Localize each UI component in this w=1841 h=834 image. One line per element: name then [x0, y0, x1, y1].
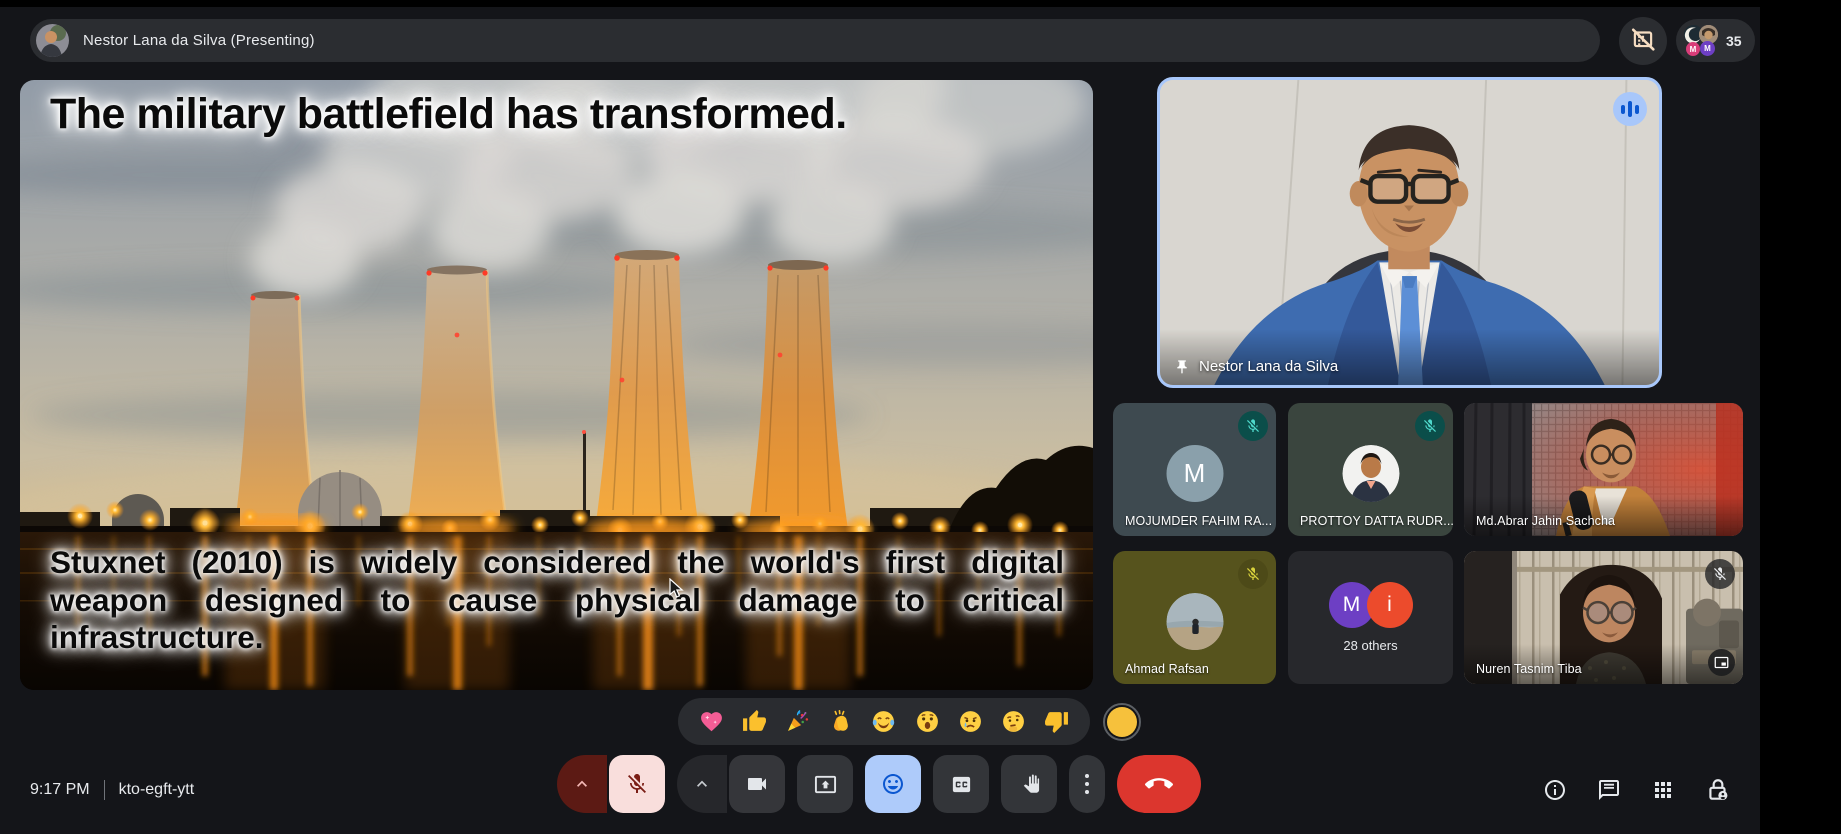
participant-tile-prottoy[interactable]: PROTTOY DATTA RUDR... [1288, 403, 1453, 536]
participant-mini-avatar: M [1686, 42, 1700, 56]
avatar [1166, 593, 1223, 650]
participant-name: Nuren Tasnim Tiba [1476, 662, 1582, 676]
raise-hand-button[interactable] [1001, 755, 1057, 813]
whiteboard-off-icon [1630, 26, 1656, 57]
meeting-details-button[interactable] [1543, 778, 1567, 802]
pinned-speaker-tile[interactable]: Nestor Lana da Silva [1157, 77, 1662, 388]
participant-name: Ahmad Rafsan [1125, 662, 1209, 676]
reactions-bar [678, 698, 1090, 745]
call-end-icon [1145, 770, 1173, 798]
meeting-panels [1543, 769, 1731, 811]
slide-title: The military battlefield has transformed… [50, 90, 847, 139]
picture-in-picture-button[interactable] [1708, 649, 1735, 676]
participant-tile-nuren[interactable]: Nuren Tasnim Tiba [1464, 551, 1743, 684]
lock-person-icon [1705, 777, 1731, 803]
participant-count: 35 [1726, 33, 1742, 49]
info-icon [1543, 778, 1567, 802]
picture-in-picture-icon [1714, 655, 1729, 670]
others-count-label: 28 others [1343, 638, 1397, 653]
smiley-icon [881, 772, 905, 796]
reaction-thumbs-up[interactable] [741, 708, 769, 736]
participant-name: MOJUMDER FAHIM RA... [1125, 514, 1272, 528]
camera-icon [745, 772, 769, 796]
captions-button[interactable] [933, 755, 989, 813]
end-call-button[interactable] [1117, 755, 1201, 813]
host-controls-button[interactable] [1705, 777, 1731, 803]
mic-muted-badge [1238, 411, 1268, 441]
camera-control [677, 755, 785, 813]
present-button[interactable] [797, 755, 853, 813]
reaction-sparkling-heart[interactable] [698, 708, 726, 736]
reaction-face-with-tears-of-joy[interactable] [870, 708, 898, 736]
clock: 9:17 PM [30, 781, 90, 799]
participant-name: Md.Abrar Jahin Sachcha [1476, 514, 1615, 528]
pin-icon [1174, 359, 1190, 375]
mic-options-button[interactable] [557, 755, 607, 813]
others-avatars: M i [1329, 582, 1413, 628]
participant-avatars-cluster: M M [1684, 24, 1719, 57]
mic-muted-badge [1415, 411, 1445, 441]
reaction-party-popper[interactable] [784, 708, 812, 736]
more-options-button[interactable] [1069, 755, 1105, 813]
chat-icon [1597, 778, 1621, 802]
mic-muted-badge [1238, 559, 1268, 589]
presenter-avatar [36, 24, 69, 57]
pinned-speaker-name: Nestor Lana da Silva [1199, 358, 1338, 375]
mouse-cursor [669, 578, 685, 605]
participant-tile-abrar[interactable]: Md.Abrar Jahin Sachcha [1464, 403, 1743, 536]
meeting-code: kto-egft-ytt [119, 781, 195, 799]
camera-toggle-button[interactable] [729, 755, 785, 813]
tile-name-shade [1160, 329, 1659, 385]
participant-mini-avatar: M [1700, 41, 1715, 56]
reaction-thumbs-down[interactable] [1042, 708, 1070, 736]
reactions-toggle-button[interactable] [865, 755, 921, 813]
chat-button[interactable] [1597, 778, 1621, 802]
avatar [1342, 445, 1399, 502]
mic-off-icon [625, 772, 649, 796]
slide-caption-line: weapondesignedtocausephysicaldamagetocri… [50, 582, 1064, 620]
skin-tone-selector[interactable] [1107, 707, 1137, 737]
presentation-tile[interactable]: The military battlefield has transformed… [20, 80, 1093, 690]
call-controls [557, 755, 1201, 813]
mic-muted-badge [1705, 559, 1735, 589]
chevron-up-icon [692, 774, 712, 794]
reaction-clapping-hands[interactable] [827, 708, 855, 736]
slide-caption: Stuxnet(2010)iswidelyconsideredtheworld'… [50, 544, 1064, 657]
mic-control [557, 755, 665, 813]
slide-caption-line: infrastructure. [50, 619, 1064, 657]
participant-tile-ahmad[interactable]: Ahmad Rafsan [1113, 551, 1276, 684]
apps-grid-icon [1651, 778, 1675, 802]
present-icon [814, 773, 837, 796]
reaction-crying-face[interactable] [956, 708, 984, 736]
reaction-surprised-face[interactable] [913, 708, 941, 736]
presenter-label: Nestor Lana da Silva (Presenting) [83, 32, 315, 49]
avatar: i [1367, 582, 1413, 628]
whiteboard-off-button[interactable] [1619, 17, 1667, 65]
participants-count-button[interactable]: M M 35 [1676, 19, 1755, 62]
chevron-up-icon [572, 774, 592, 794]
participant-tile-others[interactable]: M i 28 others [1288, 551, 1453, 684]
presenter-banner[interactable]: Nestor Lana da Silva (Presenting) [30, 19, 1600, 62]
reaction-thinking-face[interactable] [999, 708, 1027, 736]
audio-activity-indicator [1613, 92, 1647, 126]
captions-icon [950, 773, 973, 796]
avatar: M [1166, 445, 1223, 502]
participant-tile-mojumder[interactable]: M MOJUMDER FAHIM RA... [1113, 403, 1276, 536]
slide-caption-line: Stuxnet(2010)iswidelyconsideredtheworld'… [50, 544, 1064, 582]
hand-icon [1018, 773, 1041, 796]
activities-button[interactable] [1651, 778, 1675, 802]
participant-name: PROTTOY DATTA RUDR... [1300, 514, 1453, 528]
divider [104, 780, 105, 800]
camera-options-button[interactable] [677, 755, 727, 813]
status-bar: 9:17 PM kto-egft-ytt [30, 769, 194, 811]
meet-window: Nestor Lana da Silva (Presenting) M M 35 [0, 7, 1760, 834]
mic-toggle-button[interactable] [609, 755, 665, 813]
